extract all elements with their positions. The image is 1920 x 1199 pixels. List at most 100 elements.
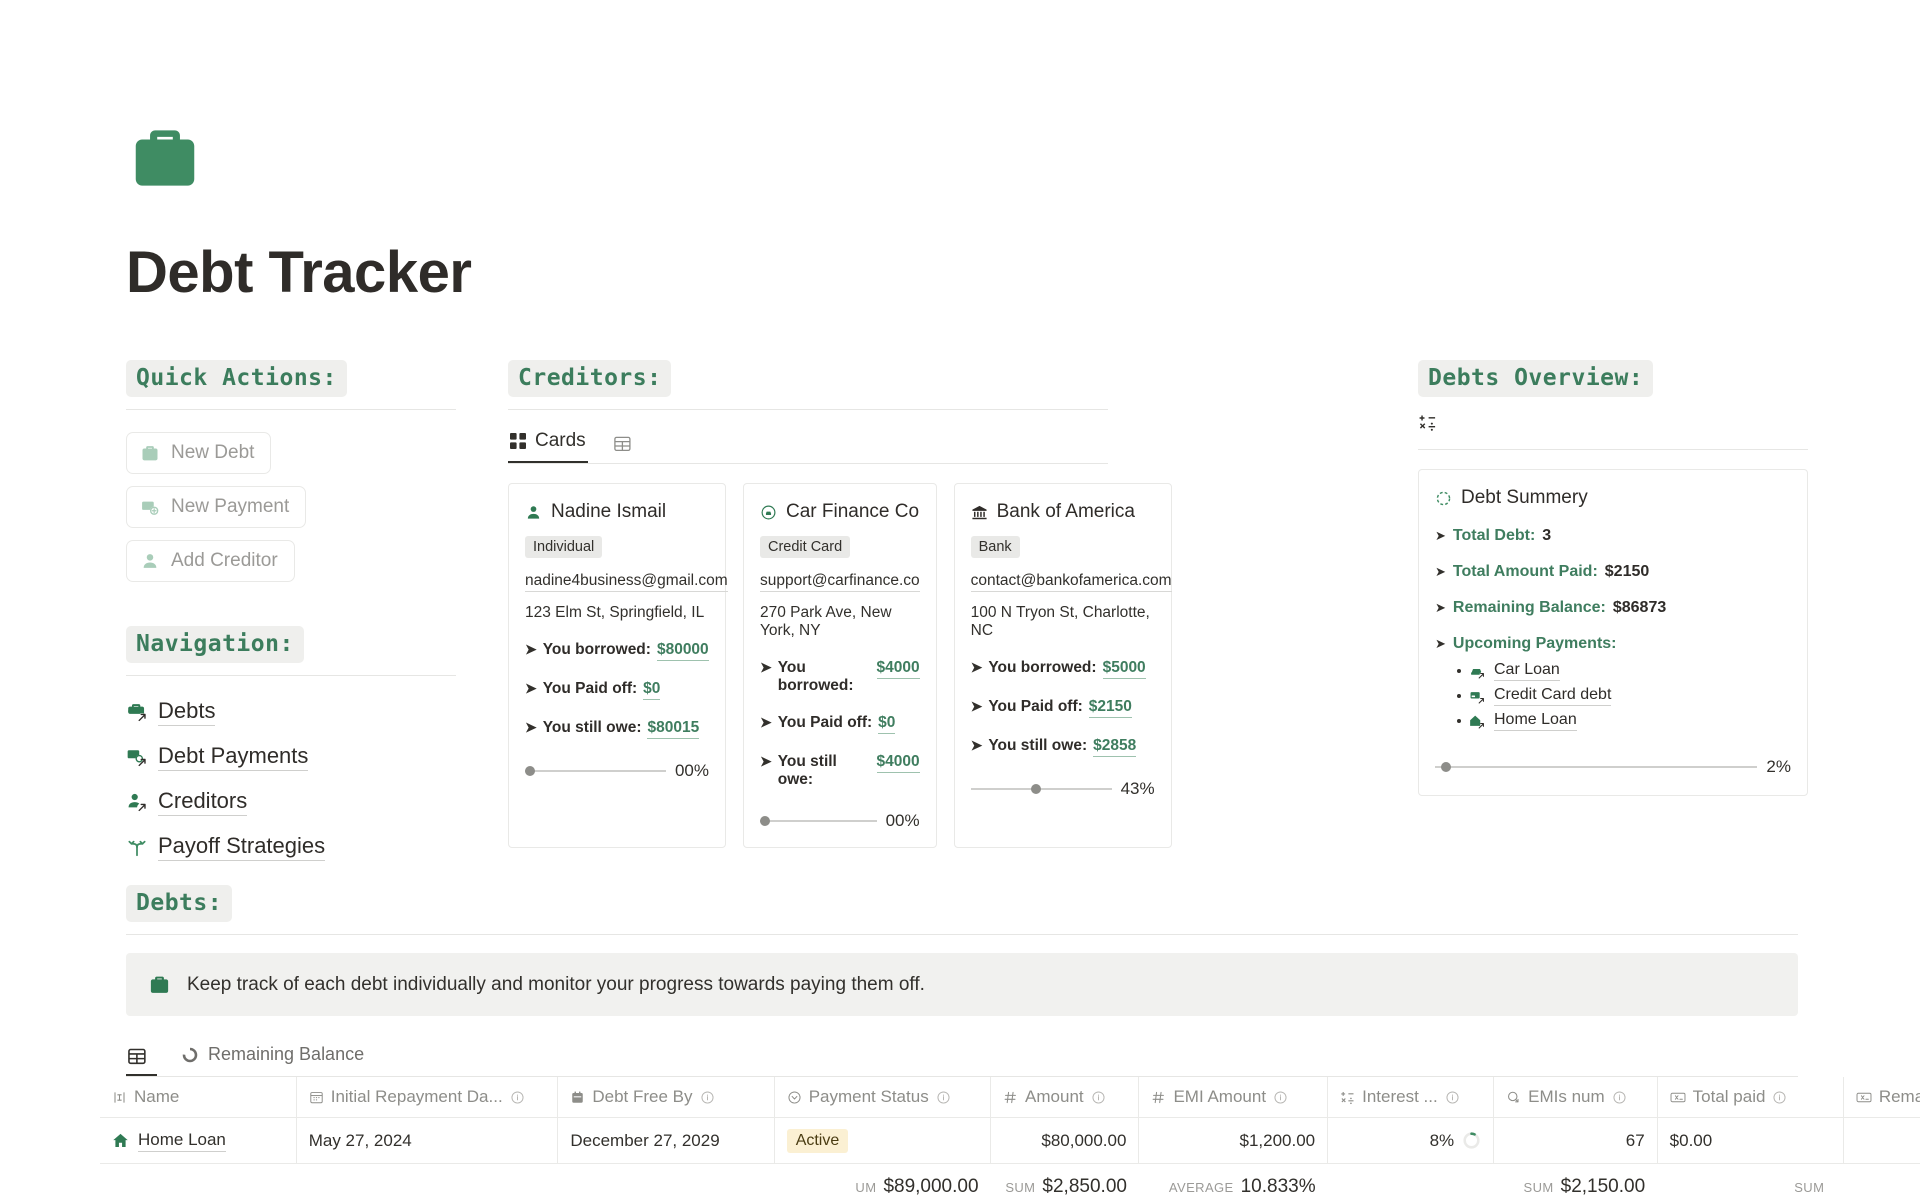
info-icon[interactable] (700, 1090, 715, 1105)
new-payment-button[interactable]: New Payment (126, 486, 307, 528)
debts-overview-section: Debts Overview: Debt Summery ➤ Total Deb… (1418, 360, 1808, 796)
tab-cards[interactable]: Cards (508, 424, 588, 463)
info-icon[interactable] (936, 1090, 951, 1105)
summary-progress[interactable]: 2% (1435, 757, 1791, 777)
progress-percent: 00% (674, 761, 709, 780)
list-item[interactable]: Car Loan (1457, 661, 1791, 681)
footer-cell-remaining-sum[interactable]: SUM (1657, 1164, 1843, 1199)
progress-knob[interactable] (760, 816, 770, 826)
nav-item-payoff-strategies[interactable]: Payoff Strategies (126, 833, 456, 861)
column-header-interest[interactable]: Interest ... (1327, 1077, 1495, 1118)
money-card-icon (140, 497, 160, 517)
list-item[interactable]: Home Loan (1457, 711, 1791, 731)
progress-knob[interactable] (1031, 784, 1042, 794)
paid-label: You Paid off: (988, 698, 1083, 715)
creditor-email[interactable]: support@carfinance.co (760, 572, 920, 592)
list-item[interactable]: Credit Card debt (1457, 686, 1791, 706)
progress-track[interactable] (970, 784, 1112, 794)
cell-remaining[interactable] (1843, 1117, 1920, 1164)
info-icon[interactable] (510, 1090, 525, 1105)
creditor-email[interactable]: nadine4business@gmail.com (525, 572, 728, 592)
arrow-bullet-icon: ➤ (1435, 528, 1446, 543)
info-icon[interactable] (1445, 1090, 1460, 1105)
progress-track[interactable] (760, 816, 877, 826)
column-header-initial-repayment-date[interactable]: Initial Repayment Da... (296, 1077, 559, 1118)
debts-section: Debts: Keep track of each debt individua… (100, 885, 1920, 1199)
nav-item-creditors[interactable]: Creditors (126, 788, 456, 816)
progress-knob[interactable] (1441, 762, 1452, 772)
info-icon[interactable] (1612, 1090, 1627, 1105)
divider (126, 934, 1798, 935)
summary-value: $86873 (1612, 599, 1667, 616)
cell-emi-amount[interactable]: $1,200.00 (1138, 1117, 1329, 1164)
progress-knob[interactable] (525, 766, 535, 776)
creditor-card[interactable]: Car Finance Co Credit Card support@carfi… (743, 483, 937, 848)
info-icon[interactable] (1091, 1090, 1106, 1105)
borrowed-value: $4000 (876, 659, 920, 679)
cell-total-paid[interactable]: $0.00 (1657, 1117, 1844, 1164)
creditor-email[interactable]: contact@bankofamerica.com (970, 572, 1172, 592)
cell-interest[interactable]: 8% (1327, 1117, 1495, 1164)
borrowed-label: You borrowed: (777, 659, 854, 694)
table-footer-row: UM $89,000.00 SUM $2,850.00 AVERAGE 10.833%… (100, 1164, 1920, 1199)
tab-table[interactable] (612, 430, 642, 463)
owe-label: You still owe: (988, 737, 1088, 754)
progress-track[interactable] (525, 766, 666, 776)
tab-table[interactable] (126, 1042, 157, 1076)
debt-summary-card[interactable]: Debt Summery ➤ Total Debt: 3 ➤ Total Amo… (1418, 469, 1808, 796)
column-header-debt-free-by[interactable]: Debt Free By (557, 1077, 775, 1118)
creditor-card-title: Bank of America (971, 501, 1155, 523)
creditor-borrowed-row: ➤ You borrowed: $80000 (525, 641, 709, 661)
briefcase-icon (140, 443, 160, 463)
footer-cell-amount-sum[interactable]: UM $89,000.00 (774, 1164, 990, 1199)
footer-cell-emi-sum[interactable]: SUM $2,850.00 (991, 1164, 1139, 1199)
column-header-payment-status[interactable]: Payment Status (774, 1077, 992, 1118)
cell-name[interactable]: Home Loan (100, 1117, 297, 1164)
creditor-card[interactable]: Bank of America Bank contact@bankofameri… (953, 483, 1172, 848)
arrow-bullet-icon: ➤ (970, 737, 983, 753)
column-header-remaining[interactable]: Remainin (1843, 1077, 1920, 1118)
person-icon (140, 551, 160, 571)
footer-cell-total-paid-sum[interactable]: SUM $2,150.00 (1494, 1164, 1658, 1199)
creditor-progress[interactable]: 00% (525, 761, 709, 781)
math-symbols-icon[interactable] (1418, 413, 1437, 432)
add-creditor-button[interactable]: Add Creditor (126, 540, 295, 582)
creditor-card[interactable]: Nadine Ismail Individual nadine4business… (508, 483, 728, 848)
new-debt-button[interactable]: New Debt (126, 432, 272, 474)
footer-cell-empty (1328, 1164, 1494, 1199)
nav-item-debts[interactable]: Debts (126, 698, 456, 726)
creditor-type-badge: Individual (525, 536, 603, 558)
number-hash-icon (1003, 1090, 1018, 1105)
column-header-amount[interactable]: Amount (990, 1077, 1140, 1118)
progress-percent: 43% (1120, 779, 1155, 798)
info-icon[interactable] (1772, 1090, 1787, 1105)
column-header-emi-amount[interactable]: EMI Amount (1138, 1077, 1329, 1118)
column-header-emis-num[interactable]: EMIs num (1493, 1077, 1658, 1118)
summary-line-total-paid: ➤ Total Amount Paid: $2150 (1435, 563, 1791, 581)
tab-remaining-balance[interactable]: Remaining Balance (179, 1038, 366, 1076)
cell-initial-repayment-date[interactable]: May 27, 2024 (296, 1117, 559, 1164)
nav-item-debt-payments[interactable]: Debt Payments (126, 743, 456, 771)
footer-cell-interest-average[interactable]: AVERAGE 10.833% (1139, 1164, 1328, 1199)
debts-callout: Keep track of each debt individually and… (126, 953, 1798, 1016)
arrow-bullet-icon: ➤ (525, 641, 537, 657)
column-header-name[interactable]: Name (100, 1077, 297, 1118)
debt-summary-title: Debt Summery (1435, 487, 1791, 509)
progress-track[interactable] (1435, 762, 1758, 772)
cell-payment-status[interactable]: Active (774, 1117, 992, 1164)
formula-icon (1856, 1090, 1872, 1105)
upcoming-item-label: Car Loan (1494, 661, 1560, 681)
creditor-progress[interactable]: 43% (970, 779, 1155, 799)
borrowed-label: You borrowed: (542, 641, 651, 658)
branch-icon (126, 836, 148, 858)
footer-agg-value: $2,150.00 (1560, 1176, 1646, 1198)
info-icon[interactable] (1273, 1090, 1288, 1105)
column-header-total-paid[interactable]: Total paid (1657, 1077, 1844, 1118)
cell-amount[interactable]: $80,000.00 (990, 1117, 1140, 1164)
upcoming-payments-list: Car Loan Credit Card debt Home Loan (1457, 661, 1791, 731)
table-row[interactable]: Home Loan May 27, 2024 December 27, 2029… (100, 1117, 1920, 1164)
cell-emis-num[interactable]: 67 (1493, 1117, 1658, 1164)
upcoming-item-label: Home Loan (1494, 711, 1577, 731)
creditor-progress[interactable]: 00% (760, 811, 920, 831)
cell-debt-free-by[interactable]: December 27, 2029 (557, 1117, 775, 1164)
